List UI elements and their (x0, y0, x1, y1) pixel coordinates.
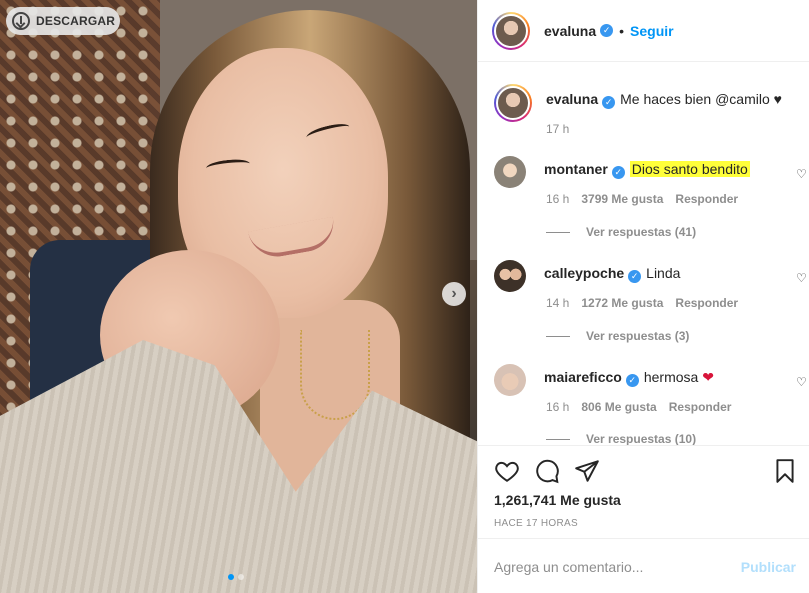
comment-composer: Publicar (478, 538, 809, 593)
download-circle-icon (12, 12, 30, 30)
header-separator: • (619, 22, 625, 39)
download-button[interactable]: DESCARGAR (6, 7, 120, 35)
view-replies-label: Ver respuestas (10) (586, 432, 697, 445)
comment-icon[interactable] (534, 458, 560, 489)
replies-divider (546, 335, 570, 337)
download-label: DESCARGAR (36, 14, 116, 28)
comment-text: Linda (646, 265, 681, 281)
caption-time: 17 h (546, 122, 570, 136)
list-item: maiareficco ✓ hermosa ❤ (494, 364, 794, 396)
comment-meta: 16 h 806 Me gusta Responder (546, 400, 731, 414)
verified-badge-icon: ✓ (628, 269, 642, 283)
comment-username[interactable]: maiareficco (544, 369, 622, 385)
list-item: montaner ✓ Dios santo bendito (494, 156, 794, 188)
comment-likes[interactable]: 1272 Me gusta (581, 296, 663, 310)
header-username[interactable]: evaluna (544, 23, 596, 39)
chevron-right-icon: › (451, 285, 457, 302)
comment-time: 16 h (546, 400, 570, 414)
avatar[interactable] (494, 156, 526, 188)
comment-text: hermosa (643, 369, 699, 385)
verified-badge-icon: ✓ (625, 373, 639, 387)
share-icon[interactable] (574, 458, 600, 489)
list-item: calleypoche ✓ Linda (494, 260, 794, 292)
view-replies-button[interactable]: Ver respuestas (3) (546, 329, 689, 343)
red-heart-emoji: ❤ (702, 369, 714, 385)
caption-meta: 17 h (546, 122, 569, 136)
reply-button[interactable]: Responder (675, 192, 738, 206)
carousel-indicator (228, 574, 244, 580)
photo-smile (248, 216, 338, 262)
comment-text: Dios santo bendito (629, 161, 750, 177)
avatar[interactable] (492, 11, 530, 50)
comment-input[interactable] (494, 558, 741, 575)
heart-icon[interactable] (494, 458, 520, 489)
avatar[interactable] (494, 364, 526, 396)
view-replies-label: Ver respuestas (41) (586, 225, 697, 239)
comment-username[interactable]: calleypoche (544, 265, 624, 281)
post-sidebar: evaluna ✓ • Seguir evaluna ✓ Me haces bien… (477, 0, 809, 593)
comment-meta: 14 h 1272 Me gusta Responder (546, 296, 738, 310)
verified-badge-icon: ✓ (602, 95, 616, 109)
verified-badge-icon: ✓ (600, 24, 614, 37)
comment-like-heart-icon[interactable]: ♡ (796, 375, 808, 389)
avatar[interactable] (494, 84, 532, 122)
carousel-dot-active (228, 574, 234, 580)
caption: evaluna ✓ Me haces bien @camilo ♥ (494, 84, 794, 122)
photo-necklace (300, 330, 370, 420)
caption-username[interactable]: evaluna (546, 91, 598, 107)
reply-button[interactable]: Responder (669, 400, 732, 414)
comment-time: 14 h (546, 296, 570, 310)
replies-divider (546, 438, 570, 440)
likes-count[interactable]: 1,261,741 Me gusta (494, 492, 621, 508)
post-actions: 1,261,741 Me gusta HACE 17 HORAS Publica… (478, 445, 809, 593)
comment-likes[interactable]: 806 Me gusta (581, 400, 656, 414)
caption-text: Me haces bien @camilo ♥ (620, 91, 782, 107)
follow-button[interactable]: Seguir (630, 23, 674, 39)
avatar[interactable] (494, 260, 526, 292)
bookmark-icon[interactable] (772, 458, 798, 489)
verified-badge-icon: ✓ (611, 165, 625, 179)
comment-username[interactable]: montaner (544, 161, 608, 177)
comment-like-heart-icon[interactable]: ♡ (796, 271, 808, 285)
post-photo[interactable]: DESCARGAR › (0, 0, 477, 593)
photo-eye-left (205, 157, 251, 175)
carousel-dot (238, 574, 244, 580)
action-bar (494, 458, 798, 489)
comment-like-heart-icon[interactable]: ♡ (796, 167, 808, 181)
post-timestamp[interactable]: HACE 17 HORAS (494, 518, 578, 529)
comments-list[interactable]: evaluna ✓ Me haces bien @camilo ♥ 17 h mon… (478, 63, 809, 445)
comment-meta: 16 h 3799 Me gusta Responder (546, 192, 738, 206)
post-header: evaluna ✓ • Seguir (478, 0, 809, 62)
reply-button[interactable]: Responder (675, 296, 738, 310)
photo-eye-right (305, 120, 351, 144)
publish-button[interactable]: Publicar (741, 559, 796, 575)
view-replies-button[interactable]: Ver respuestas (41) (546, 225, 696, 239)
view-replies-label: Ver respuestas (3) (586, 329, 690, 343)
replies-divider (546, 231, 570, 233)
comment-likes[interactable]: 3799 Me gusta (581, 192, 663, 206)
view-replies-button[interactable]: Ver respuestas (10) (546, 432, 696, 445)
carousel-next-button[interactable]: › (442, 282, 466, 306)
comment-time: 16 h (546, 192, 570, 206)
